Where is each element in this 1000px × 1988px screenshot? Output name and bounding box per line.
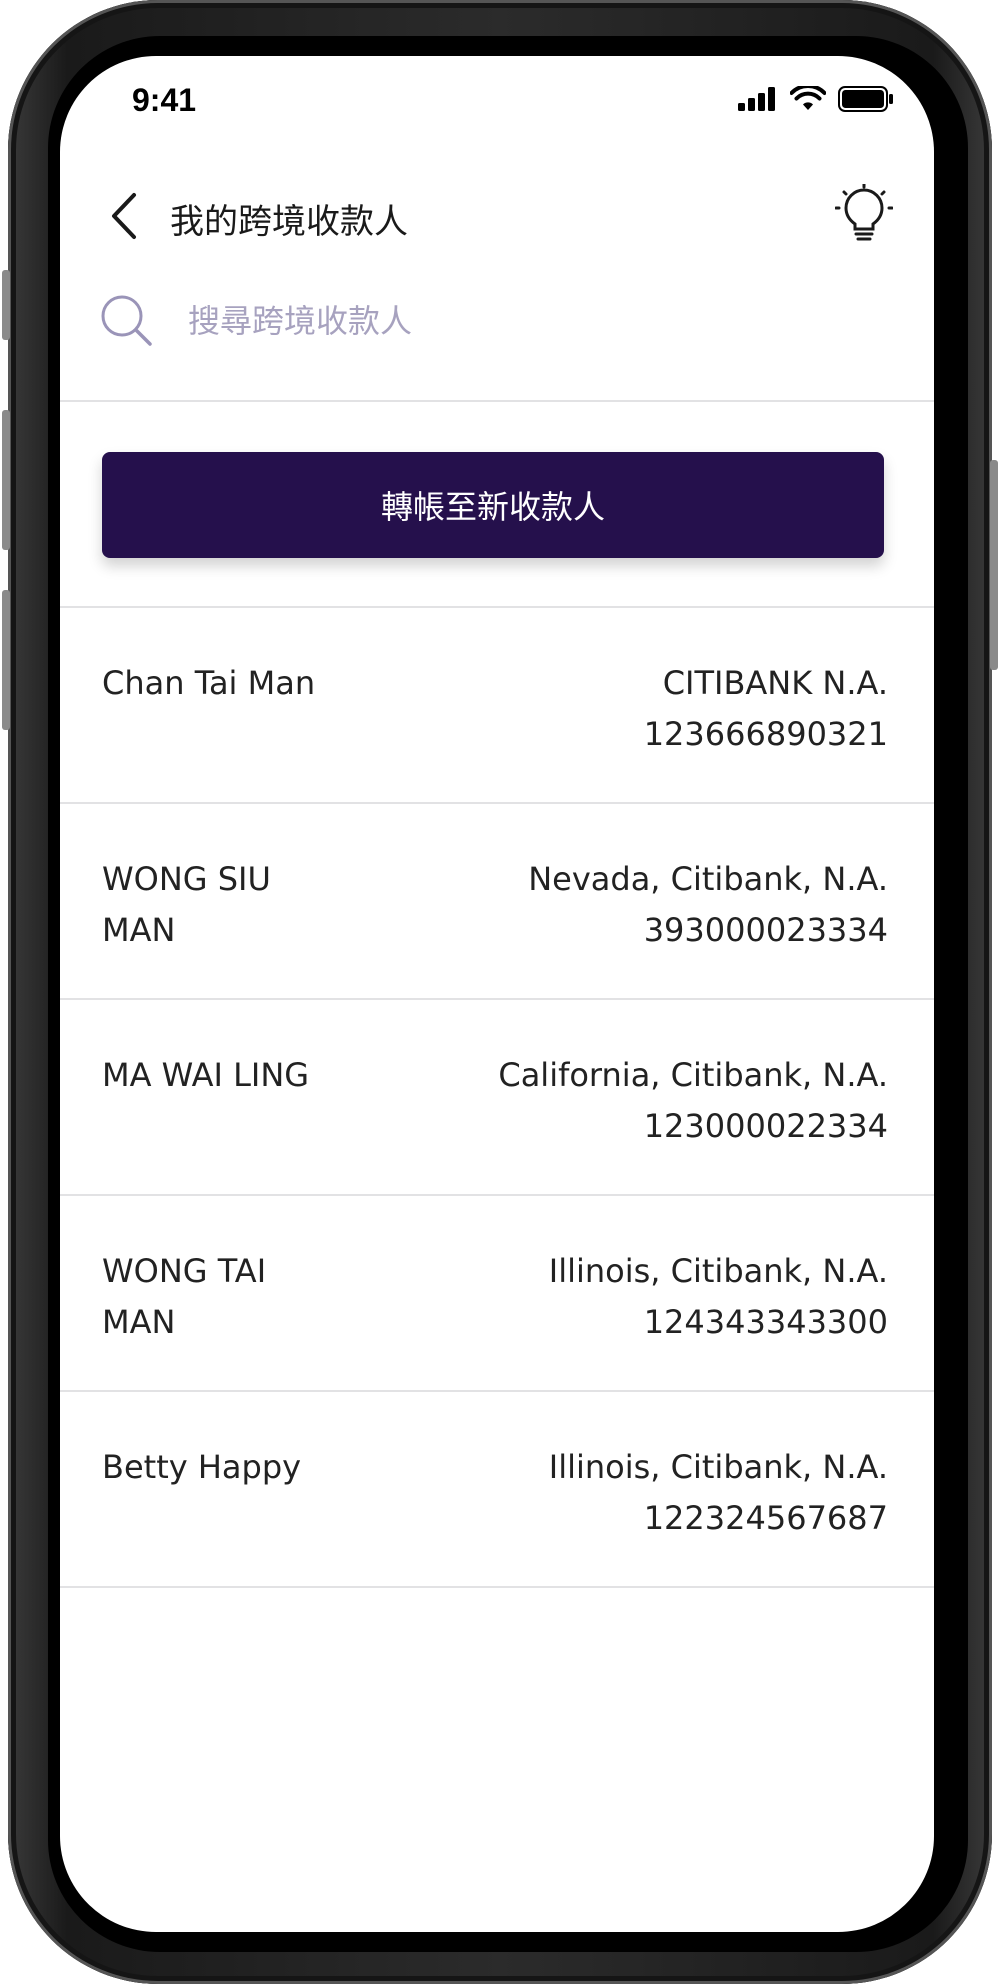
payee-account: 124343343300 [643, 1303, 888, 1341]
page-title: 我的跨境收款人 [170, 202, 408, 242]
payee-row[interactable]: Betty Happy Illinois, Citibank, N.A. 122… [60, 1392, 934, 1588]
payee-bank: Nevada, Citibank, N.A. [528, 860, 888, 898]
battery-icon [838, 86, 894, 116]
chevron-left-icon [108, 191, 138, 245]
volume-down-button [2, 590, 10, 730]
transfer-new-payee-label: 轉帳至新收款人 [380, 488, 605, 526]
payee-account: 122324567687 [643, 1499, 888, 1537]
search-icon [98, 292, 158, 352]
payee-list: Chan Tai Man CITIBANK N.A. 123666890321 … [60, 608, 934, 1588]
app-screen: 9:41 我的跨境收款人 搜尋跨境收款人 轉帳至新收款人 Chan Tai Ma… [60, 56, 934, 1932]
transfer-new-payee-button[interactable]: 轉帳至新收款人 [102, 452, 884, 558]
payee-bank: CITIBANK N.A. [662, 664, 888, 702]
wifi-icon [789, 84, 827, 116]
payee-name: Chan Tai Man [102, 664, 316, 702]
payee-account: 123666890321 [643, 715, 888, 753]
payee-row[interactable]: WONG TAI MAN Illinois, Citibank, N.A. 12… [60, 1196, 934, 1392]
payee-row[interactable]: Chan Tai Man CITIBANK N.A. 123666890321 [60, 608, 934, 804]
status-time: 9:41 [132, 82, 197, 118]
status-icons [738, 84, 894, 116]
back-button[interactable] [98, 190, 148, 246]
tips-button[interactable] [834, 182, 894, 250]
payee-name: MA WAI LING [102, 1056, 310, 1094]
payee-name: WONG TAI MAN [102, 1252, 267, 1341]
search-bar [60, 286, 934, 402]
payee-name: WONG SIU MAN [102, 860, 271, 949]
cellular-signal-icon [738, 87, 778, 115]
power-button [990, 460, 998, 670]
volume-up-button [2, 410, 10, 550]
payee-bank: Illinois, Citibank, N.A. [548, 1448, 888, 1486]
payee-row[interactable]: MA WAI LING California, Citibank, N.A. 1… [60, 1000, 934, 1196]
search-input[interactable] [188, 296, 828, 346]
payee-bank: California, Citibank, N.A. [498, 1056, 888, 1094]
header: 我的跨境收款人 [60, 166, 934, 266]
payee-account: 393000023334 [643, 911, 888, 949]
lightbulb-icon [834, 182, 894, 250]
payee-name: Betty Happy [102, 1448, 302, 1486]
payee-bank: Illinois, Citibank, N.A. [548, 1252, 888, 1290]
payee-account: 123000022334 [643, 1107, 888, 1145]
payee-row[interactable]: WONG SIU MAN Nevada, Citibank, N.A. 3930… [60, 804, 934, 1000]
status-bar: 9:41 [60, 56, 934, 156]
silent-switch [2, 270, 10, 340]
